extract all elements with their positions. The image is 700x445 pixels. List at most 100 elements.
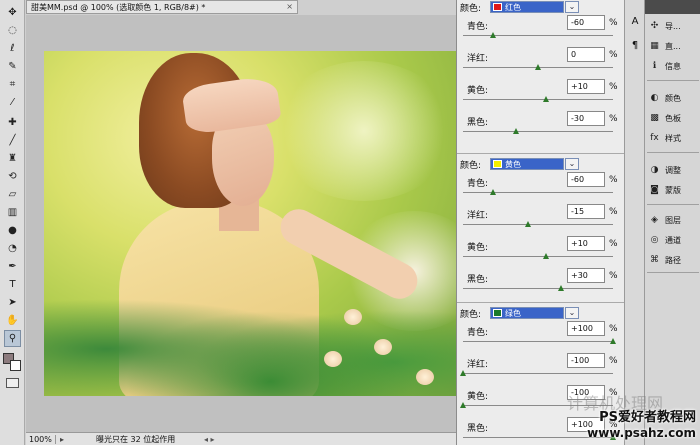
slider-thumb[interactable] [542, 96, 549, 102]
slider-thumb[interactable] [557, 285, 564, 291]
move-icon[interactable]: ✥ [4, 4, 21, 21]
blur-icon[interactable]: ● [4, 222, 21, 239]
zoom-icon[interactable]: ⚲ [4, 330, 21, 347]
zoom-level[interactable]: 100% [26, 434, 56, 444]
quick-mask-button[interactable] [6, 378, 19, 388]
marquee-icon[interactable]: ◌ [4, 22, 21, 39]
slider-track[interactable] [463, 131, 613, 132]
document-tab[interactable]: 甜美MM.psd @ 100% (选取颜色 1, RGB/8#) * × [26, 0, 298, 14]
status-bar: 100% ▸ 曝光只在 32 位起作用 ◂ ▸ [26, 432, 456, 445]
dock-item-swatches[interactable]: ▩ 色板 [648, 110, 700, 126]
healing-icon[interactable]: ✚ [4, 114, 21, 131]
slider-value-input[interactable]: -30 [567, 111, 605, 126]
info-menu-icon[interactable]: ▸ [56, 435, 68, 444]
slider-track[interactable] [463, 224, 613, 225]
canvas-area[interactable] [26, 15, 456, 432]
close-tab-icon[interactable]: × [286, 2, 293, 11]
panel-dock: ✣ 导... ▦ 直... ℹ 信息 ◐ 颜色 ▩ 色板 fx 样式 ◑ 调整 ◙ 蒙版 ◈ 图层 ◎ 通道 ⌘ 路径 [644, 0, 700, 445]
slider-track[interactable] [463, 341, 613, 342]
color-row: 颜色: 红色 ⌄ [457, 0, 625, 14]
dock-item-label: 直... [665, 41, 681, 51]
dock-item-channels[interactable]: ◎ 通道 [648, 232, 700, 248]
color-swatch [493, 309, 502, 317]
slider-value-input[interactable]: +30 [567, 268, 605, 283]
dock-item-navigator[interactable]: ✣ 导... [648, 18, 700, 34]
paragraph-icon[interactable]: ¶ [628, 38, 642, 52]
slider-track[interactable] [463, 35, 613, 36]
slider-thumb[interactable] [610, 338, 616, 344]
path-select-icon[interactable]: ➤ [4, 294, 21, 311]
background-color-swatch[interactable] [10, 360, 21, 371]
dock-item-label: 路径 [665, 255, 681, 265]
percent-unit: % [609, 324, 618, 334]
slider-track[interactable] [463, 288, 613, 289]
dock-item-histogram[interactable]: ▦ 直... [648, 38, 700, 54]
slider-value-input[interactable]: 0 [567, 47, 605, 62]
stamp-icon[interactable]: ♜ [4, 150, 21, 167]
dock-item-info[interactable]: ℹ 信息 [648, 58, 700, 74]
slider-track[interactable] [463, 256, 613, 257]
slider-label: 黑色: [467, 275, 489, 285]
slider-value-input[interactable]: -60 [567, 172, 605, 187]
slider-thumb[interactable] [460, 402, 466, 408]
scroll-right-icon[interactable]: ◂ ▸ [204, 435, 215, 444]
slider-thumb[interactable] [460, 370, 466, 376]
dock-item-label: 信息 [665, 61, 681, 71]
percent-unit: % [609, 356, 618, 366]
photo-canvas[interactable] [44, 51, 456, 396]
slider-thumb[interactable] [535, 64, 541, 70]
foreground-plants [44, 271, 456, 396]
character-icon[interactable]: A [628, 14, 642, 28]
slider-value-input[interactable]: +10 [567, 79, 605, 94]
dock-item-paths[interactable]: ⌘ 路径 [648, 252, 700, 268]
slider-value-input[interactable]: -100 [567, 353, 605, 368]
dock-item-layers[interactable]: ◈ 图层 [648, 212, 700, 228]
crop-icon[interactable]: ⌗ [4, 76, 21, 93]
paths-icon: ⌘ [650, 255, 659, 265]
layers-icon: ◈ [651, 215, 658, 225]
slider-track[interactable] [463, 192, 613, 193]
slider-thumb[interactable] [512, 128, 519, 134]
slider-value-input[interactable]: -15 [567, 204, 605, 219]
color-row: 颜色: 黄色 ⌄ [457, 157, 625, 171]
slider-thumb[interactable] [542, 253, 549, 259]
eyedropper-icon[interactable]: ⁄ [4, 94, 21, 111]
brush-icon[interactable]: ╱ [4, 132, 21, 149]
percent-unit: % [609, 271, 618, 281]
color-select[interactable]: 红色 ⌄ [490, 1, 579, 13]
color-select[interactable]: 绿色 ⌄ [490, 307, 579, 319]
lasso-icon[interactable]: ℓ [4, 40, 21, 57]
dock-item-adjustments[interactable]: ◑ 调整 [648, 162, 700, 178]
history-brush-icon[interactable]: ⟲ [4, 168, 21, 185]
slider-label: 黄色: [467, 392, 489, 402]
dock-item-color[interactable]: ◐ 颜色 [648, 90, 700, 106]
slider-thumb[interactable] [490, 32, 496, 38]
pen-icon[interactable]: ✒ [4, 258, 21, 275]
gradient-icon[interactable]: ▥ [4, 204, 21, 221]
dock-header[interactable] [645, 0, 700, 14]
chevron-down-icon[interactable]: ⌄ [565, 158, 579, 170]
chevron-down-icon[interactable]: ⌄ [565, 307, 579, 319]
watermark: 计算机处理网 PS爱好者教程网 www.psahz.com [567, 394, 700, 445]
histogram-icon: ▦ [650, 41, 659, 51]
slider-value-input[interactable]: -60 [567, 15, 605, 30]
slider-thumb[interactable] [490, 189, 496, 195]
slider-track[interactable] [463, 373, 613, 374]
dock-separator [647, 80, 699, 81]
quick-select-icon[interactable]: ✎ [4, 58, 21, 75]
dock-item-masks[interactable]: ◙ 蒙版 [648, 182, 700, 198]
color-select[interactable]: 黄色 ⌄ [490, 158, 579, 170]
slider-thumb[interactable] [524, 221, 531, 227]
dodge-icon[interactable]: ◔ [4, 240, 21, 257]
background-bokeh [274, 61, 454, 201]
chevron-down-icon[interactable]: ⌄ [565, 1, 579, 13]
dock-item-styles[interactable]: fx 样式 [648, 130, 700, 146]
slider-track[interactable] [463, 99, 613, 100]
document-title: 甜美MM.psd @ 100% (选取颜色 1, RGB/8#) * [31, 2, 206, 12]
type-icon[interactable]: T [4, 276, 21, 293]
eraser-icon[interactable]: ▱ [4, 186, 21, 203]
dock-separator [647, 152, 699, 153]
slider-value-input[interactable]: +100 [567, 321, 605, 336]
hand-icon[interactable]: ✋ [4, 312, 21, 329]
slider-value-input[interactable]: +10 [567, 236, 605, 251]
